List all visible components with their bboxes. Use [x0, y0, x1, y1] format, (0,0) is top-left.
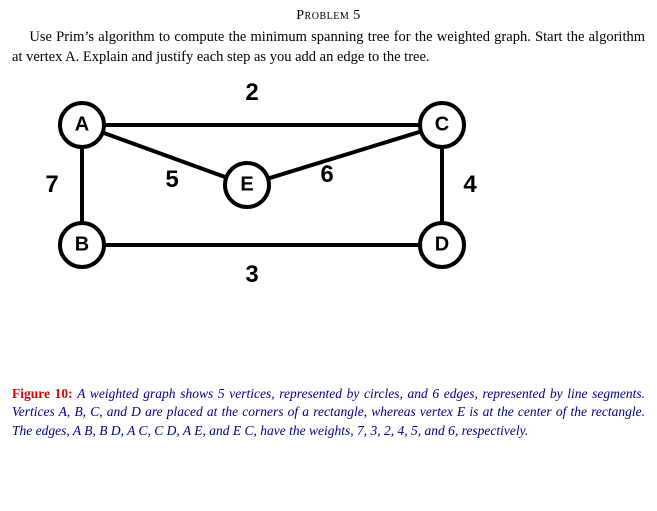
weight-a-b: 7: [45, 171, 58, 199]
vertex-a-label: A: [75, 114, 89, 137]
vertex-e-label: E: [240, 174, 253, 197]
page: Problem 5 Use Prim’s algorithm to comput…: [0, 0, 657, 440]
problem-heading: Problem 5: [12, 8, 645, 24]
figure-label: Figure 10:: [12, 386, 73, 401]
vertex-d-label: D: [435, 234, 449, 257]
figure-caption: Figure 10: A weighted graph shows 5 vert…: [12, 385, 645, 440]
weight-e-c: 6: [320, 161, 333, 189]
weight-a-e: 5: [165, 166, 178, 194]
edge-e-c: [247, 125, 442, 185]
vertex-c-label: C: [435, 114, 449, 137]
weight-a-c: 2: [245, 79, 258, 107]
figure-caption-text: A weighted graph shows 5 vertices, repre…: [12, 386, 645, 437]
problem-prompt: Use Prim’s algorithm to compute the mini…: [12, 28, 645, 67]
graph-figure: A C B D E 2 4 3 7 5 6: [22, 75, 492, 295]
vertex-b-label: B: [75, 234, 89, 257]
weight-b-d: 3: [245, 261, 258, 289]
weight-c-d: 4: [463, 171, 476, 199]
